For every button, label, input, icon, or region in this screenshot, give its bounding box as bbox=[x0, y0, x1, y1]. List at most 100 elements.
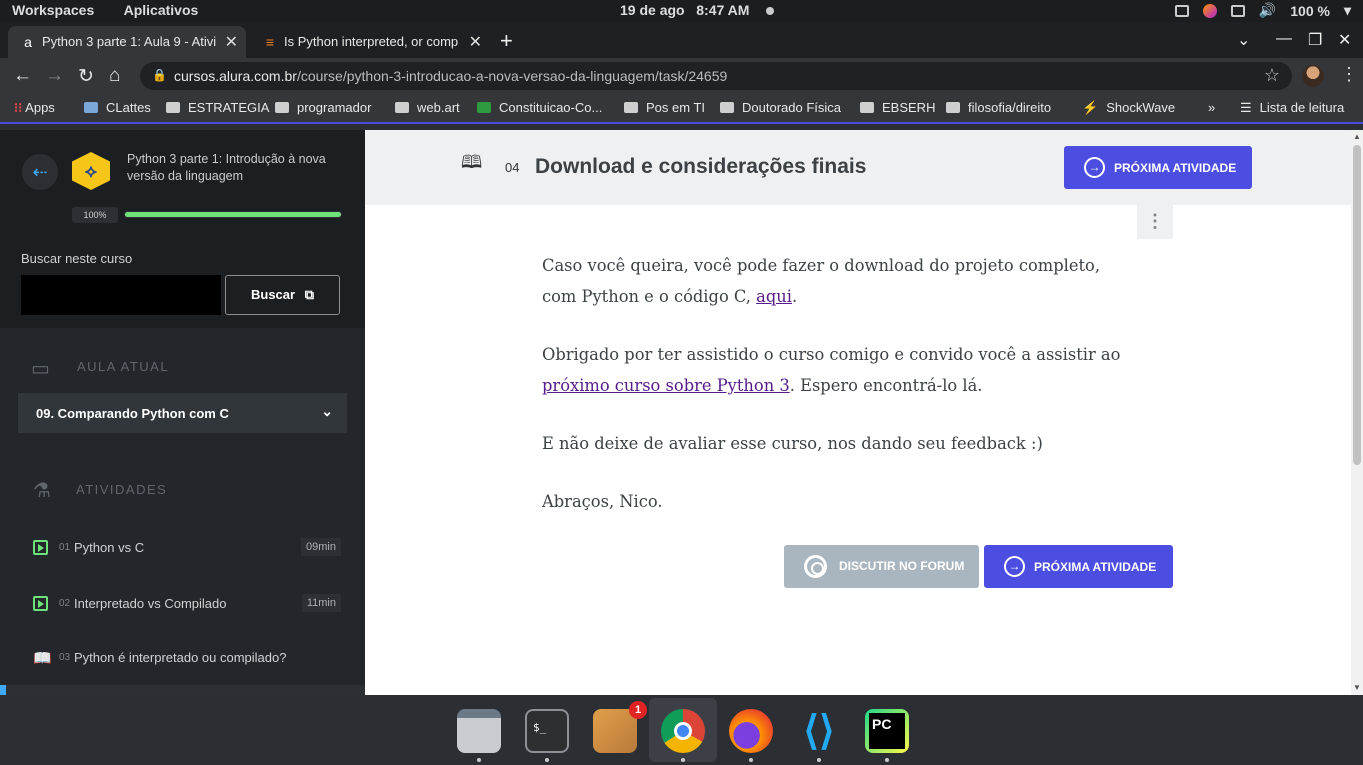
folder-icon bbox=[166, 102, 180, 113]
folder-icon bbox=[720, 102, 734, 113]
search-input[interactable] bbox=[21, 275, 221, 315]
back-icon[interactable]: ← bbox=[13, 65, 32, 87]
bookmark-folder[interactable]: web.art bbox=[395, 100, 460, 115]
terminal-icon[interactable]: $_ bbox=[525, 709, 569, 753]
close-window-icon[interactable]: ✕ bbox=[1338, 30, 1351, 50]
flask-icon: ⚗ bbox=[33, 480, 51, 502]
home-icon[interactable]: ⌂ bbox=[109, 65, 120, 87]
url-path: /course/python-3-introducao-a-nova-versa… bbox=[296, 68, 728, 84]
search-button[interactable]: Buscar ⧉ bbox=[225, 275, 340, 315]
menu-icon[interactable]: ⋮ bbox=[1340, 64, 1358, 85]
browser-tab-bar: a Python 3 parte 1: Aula 9 - Ativi ✕ ≡ I… bbox=[0, 22, 1363, 58]
download-link[interactable]: aqui bbox=[756, 287, 792, 306]
sidebar-header: ⇠ ⟡ Python 3 parte 1: Introdução à nova … bbox=[0, 130, 365, 328]
page-scrollbar[interactable]: ▲ ▼ bbox=[1351, 130, 1363, 695]
more-bookmarks-icon[interactable]: » bbox=[1208, 100, 1215, 115]
scroll-up-icon[interactable]: ▲ bbox=[1353, 132, 1361, 141]
folder-icon bbox=[395, 102, 409, 113]
bookmark-star-icon[interactable]: ☆ bbox=[1264, 65, 1280, 86]
tab-alura[interactable]: a Python 3 parte 1: Aula 9 - Ativi ✕ bbox=[8, 26, 246, 58]
bookmark-folder[interactable]: Pos em TI bbox=[624, 100, 705, 115]
more-options-icon[interactable]: ⋮ bbox=[1137, 205, 1173, 239]
firefox-tray-icon[interactable] bbox=[1202, 3, 1217, 18]
tab-search-icon[interactable]: ⌄ bbox=[1237, 30, 1250, 50]
course-title[interactable]: Python 3 parte 1: Introdução à nova vers… bbox=[127, 151, 327, 185]
folder-icon bbox=[860, 102, 874, 113]
volume-icon[interactable]: 🔊 bbox=[1259, 2, 1276, 19]
date-label: 19 de ago bbox=[620, 2, 685, 18]
close-icon[interactable]: ✕ bbox=[469, 32, 482, 52]
reload-icon[interactable]: ↻ bbox=[78, 65, 94, 88]
lifebuoy-icon bbox=[804, 555, 827, 578]
brazil-flag-icon bbox=[477, 102, 491, 113]
arrow-right-circle-icon: → bbox=[1084, 157, 1105, 178]
apps-menu-button[interactable]: Aplicativos bbox=[124, 2, 199, 18]
forward-icon[interactable]: → bbox=[45, 65, 64, 87]
back-to-course-icon[interactable]: ⇠ bbox=[22, 154, 58, 190]
chrome-icon[interactable] bbox=[661, 709, 705, 753]
tab-stackoverflow[interactable]: ≡ Is Python interpreted, or comp ✕ bbox=[250, 26, 490, 58]
arrow-right-circle-icon: → bbox=[1004, 556, 1025, 577]
paragraph: Abraços, Nico. bbox=[542, 492, 663, 511]
scrollbar-thumb[interactable] bbox=[1353, 145, 1361, 465]
files-icon[interactable] bbox=[457, 709, 501, 753]
notification-badge: 1 bbox=[629, 701, 647, 719]
next-activity-button-top[interactable]: → PRÓXIMA ATIVIDADE bbox=[1064, 146, 1252, 189]
discuss-forum-button[interactable]: DISCUTIR NO FORUM bbox=[784, 545, 979, 588]
book-open-icon: 📖 bbox=[33, 650, 52, 667]
chevron-down-icon: ⌄ bbox=[321, 403, 333, 419]
bookmark-folder[interactable]: Doutorado Física bbox=[720, 100, 841, 115]
firefox-icon[interactable] bbox=[729, 709, 773, 753]
course-sidebar: ⇠ ⟡ Python 3 parte 1: Introdução à nova … bbox=[0, 130, 365, 695]
lock-icon[interactable]: 🔒 bbox=[152, 68, 167, 82]
bookmark-folder[interactable]: EBSERH bbox=[860, 100, 935, 115]
search-label: Buscar neste curso bbox=[21, 251, 133, 266]
scroll-down-icon[interactable]: ▼ bbox=[1353, 683, 1361, 692]
bookmark-item[interactable]: CLattes bbox=[84, 100, 151, 115]
running-indicator bbox=[477, 758, 481, 762]
book-open-icon: 🕮 bbox=[461, 152, 483, 172]
notification-dot bbox=[766, 7, 774, 15]
bookmark-item[interactable]: ⚡ ShockWave bbox=[1082, 100, 1175, 116]
tab-title: Python 3 parte 1: Aula 9 - Ativi bbox=[42, 34, 217, 49]
progress-fill bbox=[124, 211, 342, 218]
profile-avatar[interactable] bbox=[1302, 65, 1324, 87]
bookmark-apps[interactable]: ⁝⁝ Apps bbox=[14, 100, 55, 116]
os-top-bar: Workspaces Aplicativos 19 de ago 8:47 AM… bbox=[0, 0, 1363, 22]
duration-badge: 11min bbox=[301, 594, 341, 612]
reading-list-button[interactable]: ☰ Lista de leitura bbox=[1240, 100, 1344, 116]
next-course-link[interactable]: próximo curso sobre Python 3 bbox=[542, 376, 790, 395]
lesson-select[interactable]: 09. Comparando Python com C ⌄ bbox=[18, 393, 347, 433]
apps-grid-icon: ⁝⁝ bbox=[14, 100, 23, 115]
close-icon[interactable]: ✕ bbox=[225, 32, 238, 52]
keyboard-icon[interactable] bbox=[1230, 4, 1245, 17]
time-label: 8:47 AM bbox=[696, 2, 750, 18]
folder-icon bbox=[946, 102, 960, 113]
chevron-down-icon[interactable]: ▾ bbox=[1344, 2, 1351, 19]
duration-badge: 09min bbox=[301, 538, 341, 556]
running-indicator bbox=[817, 758, 821, 762]
battery-label[interactable]: 100 % bbox=[1290, 3, 1330, 19]
workspaces-button[interactable]: Workspaces bbox=[12, 2, 94, 18]
pycharm-icon[interactable]: PC bbox=[865, 709, 909, 753]
url-input[interactable]: 🔒 cursos.alura.com.br/course/python-3-in… bbox=[140, 62, 1292, 90]
reading-list-icon: ☰ bbox=[1240, 100, 1252, 115]
bookmark-folder[interactable]: ESTRATEGIA bbox=[166, 100, 269, 115]
screen-icon[interactable] bbox=[1174, 4, 1189, 17]
paragraph: Obrigado por ter assistido o curso comig… bbox=[542, 345, 1121, 395]
new-tab-button[interactable]: + bbox=[500, 28, 513, 54]
lesson-icon: ▭ bbox=[31, 358, 50, 380]
bookmark-item[interactable]: Constituicao-Co... bbox=[477, 100, 602, 115]
paragraph: Caso você queira, você pode fazer o down… bbox=[542, 256, 1100, 306]
next-activity-strip[interactable] bbox=[0, 685, 365, 695]
next-activity-button-bottom[interactable]: → PRÓXIMA ATIVIDADE bbox=[984, 545, 1173, 588]
minimize-icon[interactable]: — bbox=[1276, 30, 1292, 48]
address-toolbar: ← → ↻ ⌂ 🔒 cursos.alura.com.br/course/pyt… bbox=[0, 58, 1363, 94]
clock[interactable]: 19 de ago 8:47 AM bbox=[620, 2, 749, 18]
tab-title: Is Python interpreted, or comp bbox=[284, 34, 459, 49]
bookmark-folder[interactable]: filosofia/direito bbox=[946, 100, 1051, 115]
restore-icon[interactable]: ❐ bbox=[1308, 30, 1322, 50]
bookmark-folder[interactable]: programador bbox=[275, 100, 371, 115]
vscode-icon[interactable]: ⟨⟩ bbox=[797, 709, 841, 753]
task-content: 🕮 04 Download e considerações finais → P… bbox=[365, 130, 1351, 695]
